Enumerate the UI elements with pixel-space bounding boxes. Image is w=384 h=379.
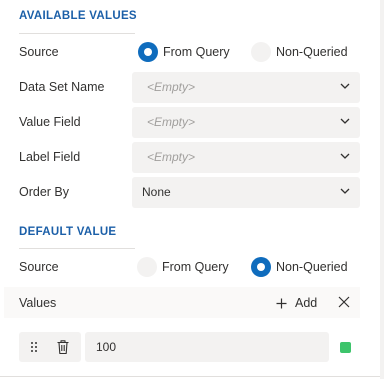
status-swatch xyxy=(340,342,351,353)
default-value-input[interactable]: 100 xyxy=(85,332,329,362)
trash-icon[interactable] xyxy=(56,339,70,355)
radio-from-query-available[interactable] xyxy=(138,42,158,62)
plus-icon xyxy=(276,298,287,308)
chevron-down-icon xyxy=(340,83,350,89)
values-title: Values xyxy=(19,296,57,310)
label-field-select[interactable]: <Empty> xyxy=(132,142,360,173)
radio-label-from-query-default[interactable]: From Query xyxy=(162,260,229,274)
value-item-controls xyxy=(19,332,81,362)
values-header-bar: Values Add xyxy=(4,287,360,318)
order-by-select[interactable]: None xyxy=(132,177,360,208)
section-title-default-value: DEFAULT VALUE xyxy=(19,226,117,238)
value-field-label: Value Field xyxy=(19,115,81,129)
radio-from-query-default[interactable] xyxy=(137,257,157,277)
radio-non-queried-available[interactable] xyxy=(251,42,271,62)
bottom-divider xyxy=(0,376,380,377)
radio-label-from-query-available[interactable]: From Query xyxy=(163,45,230,59)
section-divider xyxy=(19,33,135,34)
label-field-label: Label Field xyxy=(19,150,81,164)
add-value-button[interactable]: Add xyxy=(276,292,317,314)
chevron-down-icon xyxy=(340,118,350,124)
data-set-name-value: <Empty> xyxy=(147,80,196,94)
data-set-name-label: Data Set Name xyxy=(19,80,105,94)
chevron-down-icon xyxy=(340,188,350,194)
default-value-text: 100 xyxy=(96,340,117,354)
section-title-available-values: AVAILABLE VALUES xyxy=(19,10,137,22)
section-divider xyxy=(19,248,135,249)
radio-non-queried-default[interactable] xyxy=(251,257,271,277)
chevron-down-icon xyxy=(340,153,350,159)
order-by-value: None xyxy=(142,185,171,199)
close-icon[interactable] xyxy=(337,295,351,309)
value-field-value: <Empty> xyxy=(147,115,196,129)
order-by-label: Order By xyxy=(19,185,70,199)
scrollbar-track[interactable] xyxy=(380,0,384,379)
default-source-label: Source xyxy=(19,260,59,274)
add-value-label: Add xyxy=(295,296,318,310)
radio-label-non-queried-default[interactable]: Non-Queried xyxy=(276,260,348,274)
data-set-name-select[interactable]: <Empty> xyxy=(132,72,360,103)
label-field-value: <Empty> xyxy=(147,150,196,164)
source-label: Source xyxy=(19,45,59,59)
radio-label-non-queried-available[interactable]: Non-Queried xyxy=(276,45,348,59)
drag-handle-icon[interactable] xyxy=(30,341,38,353)
value-field-select[interactable]: <Empty> xyxy=(132,107,360,138)
